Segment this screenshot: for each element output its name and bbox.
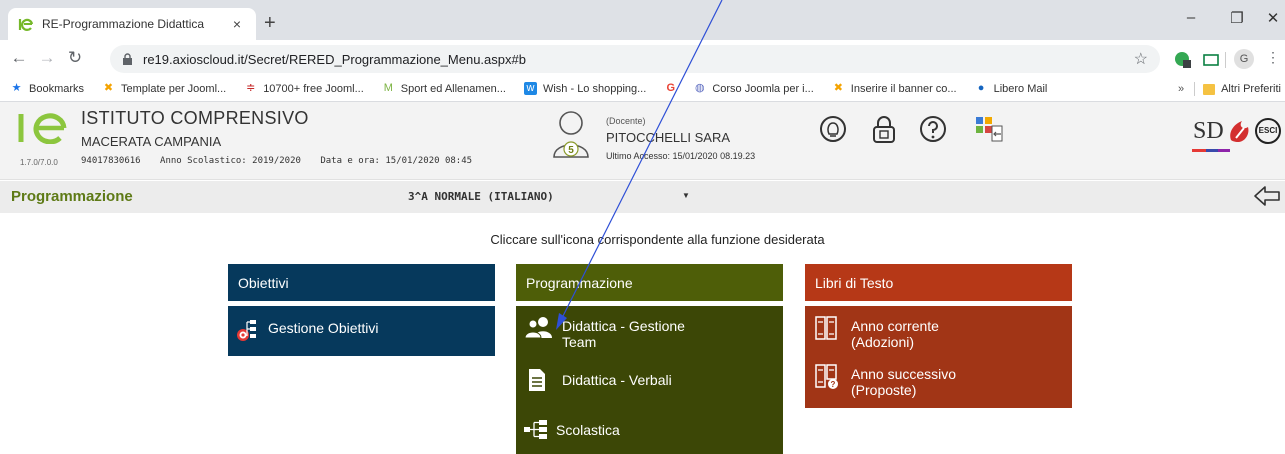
extension-shield-icon[interactable]: [1174, 51, 1192, 69]
obiettivi-header: Obiettivi: [228, 264, 495, 301]
browser-toolbar: ← → ↻ re19.axioscloud.it/Secret/RERED_Pr…: [0, 40, 1285, 76]
lock-settings-icon[interactable]: [869, 114, 899, 144]
browser-tab[interactable]: RE-Programmazione Didattica ×: [8, 8, 256, 40]
bookmark-item[interactable]: M Sport ed Allenamen...: [382, 82, 506, 95]
lock-icon: [123, 53, 132, 65]
anno-corrente-label: Anno corrente (Adozioni): [851, 318, 939, 350]
help-icon[interactable]: [918, 114, 948, 144]
libero-icon: ●: [977, 82, 985, 94]
user-badge-count: 5: [568, 145, 574, 156]
bookmarks-bar: ★ Bookmarks ✖ Template per Jooml... ≑ 10700…: [0, 76, 1285, 102]
bookmark-item[interactable]: ◍ Corso Joomla per i...: [693, 82, 814, 95]
close-window-icon[interactable]: ✕: [1250, 9, 1285, 27]
tree-structure-icon: [524, 420, 547, 439]
re-favicon-icon: [18, 18, 34, 31]
bookmark-item[interactable]: ★ Bookmarks: [10, 82, 84, 95]
section-title: Programmazione: [11, 188, 133, 205]
goals-target-icon: [237, 320, 256, 341]
forward-icon[interactable]: →: [36, 48, 58, 68]
bookmark-item[interactable]: ✖ Inserire il banner co...: [832, 82, 957, 95]
reload-icon[interactable]: ↻: [64, 48, 86, 68]
bookmarks-overflow: » Altri Preferiti: [1178, 82, 1281, 96]
school-code: 94017830616: [81, 156, 141, 166]
other-bookmarks[interactable]: Altri Preferiti: [1221, 83, 1281, 95]
scolastica-label: Scolastica: [556, 422, 620, 438]
programmazione-body: Didattica - Gestione Team Didattica - Ve…: [516, 306, 783, 454]
anno-corrente-button[interactable]: Anno corrente (Adozioni): [805, 316, 1072, 350]
gestione-obiettivi-button[interactable]: Gestione Obiettivi: [228, 318, 495, 344]
dropdown-arrow-icon[interactable]: ▼: [682, 191, 690, 200]
app-version: 1.7.0/7.0.0: [20, 158, 58, 167]
obiettivi-body: Gestione Obiettivi: [228, 306, 495, 356]
red-flame-icon[interactable]: [1226, 118, 1252, 144]
class-select[interactable]: 3^A NORMALE (ITALIANO): [408, 190, 554, 203]
school-info: 94017830616 Anno Scolastico: 2019/2020 D…: [81, 156, 486, 166]
re-logo-icon: [18, 113, 67, 144]
user-avatar-icon: 5: [553, 111, 589, 158]
didattica-verbali-button[interactable]: Didattica - Verbali: [516, 368, 783, 392]
anno-successivo-button[interactable]: ? Anno successivo (Proposte): [805, 364, 1072, 398]
joomla-icon: ✖: [103, 82, 114, 94]
sd-underline: [1192, 149, 1230, 152]
lightbulb-icon[interactable]: [818, 114, 848, 144]
joomla-icon: ✖: [833, 82, 843, 94]
switch-app-icon[interactable]: [974, 114, 1004, 144]
folder-icon: [1203, 83, 1216, 95]
sport-icon: M: [383, 82, 393, 94]
toolbar-divider: [1225, 52, 1226, 68]
bookmark-item[interactable]: ✖ Template per Jooml...: [102, 82, 226, 95]
exit-button[interactable]: ESCI: [1255, 118, 1281, 144]
tab-title: RE-Programmazione Didattica: [42, 17, 205, 31]
bookmark-item[interactable]: G: [664, 82, 683, 95]
books-question-icon: ?: [815, 364, 838, 389]
sd-logo: SD: [1193, 118, 1224, 144]
bookmark-item[interactable]: w Wish - Lo shopping...: [523, 82, 646, 95]
url-text: re19.axioscloud.it/Secret/RERED_Programm…: [143, 51, 526, 67]
didattica-gestione-team-button[interactable]: Didattica - Gestione Team: [516, 316, 783, 350]
bookmark-item[interactable]: ≑ 10700+ free Jooml...: [244, 82, 364, 95]
anno-successivo-label: Anno successivo (Proposte): [851, 366, 957, 398]
instruction-text: Cliccare sull'icona corrispondente alla …: [490, 232, 825, 247]
minimize-icon[interactable]: –: [1168, 9, 1214, 26]
last-access: Ultimo Accesso: 15/01/2020 08.19.23: [606, 151, 756, 161]
gestione-obiettivi-label: Gestione Obiettivi: [268, 320, 379, 336]
libri-di-testo-body: Anno corrente (Adozioni) ? Anno successi…: [805, 306, 1072, 408]
didattica-gestione-team-label: Didattica - Gestione Team: [562, 318, 685, 350]
new-tab-button[interactable]: +: [264, 13, 276, 33]
more-bookmarks-button[interactable]: »: [1178, 83, 1184, 95]
user-role: (Docente): [606, 116, 646, 126]
google-icon: G: [666, 82, 676, 94]
team-people-icon: [524, 317, 552, 338]
school-town: MACERATA CAMPANIA: [81, 134, 222, 149]
current-datetime: Data e ora: 15/01/2020 08:45: [320, 156, 473, 166]
section-bar: Programmazione 3^A NORMALE (ITALIANO) ▼: [0, 181, 1285, 213]
joomla-corso-icon: ◍: [695, 82, 705, 94]
cast-icon[interactable]: [1202, 51, 1220, 69]
address-bar[interactable]: re19.axioscloud.it/Secret/RERED_Programm…: [110, 45, 1160, 73]
bookmark-star-icon[interactable]: ☆: [1134, 49, 1148, 69]
user-name: PITOCCHELLI SARA: [606, 130, 731, 145]
books-icon: [815, 316, 837, 340]
svg-text:?: ?: [831, 380, 836, 389]
flag-icon: ≑: [246, 82, 256, 94]
back-arrow-icon[interactable]: [1253, 185, 1281, 207]
wish-icon: w: [523, 82, 537, 95]
profile-avatar[interactable]: G: [1234, 49, 1254, 69]
back-icon[interactable]: ←: [8, 48, 30, 68]
didattica-verbali-label: Didattica - Verbali: [562, 372, 672, 388]
menu-icon[interactable]: ⋮: [1266, 49, 1280, 66]
app-header: 1.7.0/7.0.0 ISTITUTO COMPRENSIVO MACERAT…: [0, 102, 1285, 180]
tab-close-icon[interactable]: ×: [228, 16, 246, 32]
bookmark-item[interactable]: ● Libero Mail: [975, 82, 1048, 95]
school-name: ISTITUTO COMPRENSIVO: [81, 108, 309, 128]
school-year: Anno Scolastico: 2019/2020: [160, 156, 301, 166]
bookmarks-divider: [1194, 82, 1196, 96]
programmazione-header: Programmazione: [516, 264, 783, 301]
browser-tab-bar: RE-Programmazione Didattica × + – ❐ ✕: [0, 0, 1285, 40]
scolastica-button[interactable]: Scolastica: [516, 418, 783, 442]
document-icon: [529, 369, 545, 391]
star-icon: ★: [11, 82, 22, 94]
libri-di-testo-header: Libri di Testo: [805, 264, 1072, 301]
